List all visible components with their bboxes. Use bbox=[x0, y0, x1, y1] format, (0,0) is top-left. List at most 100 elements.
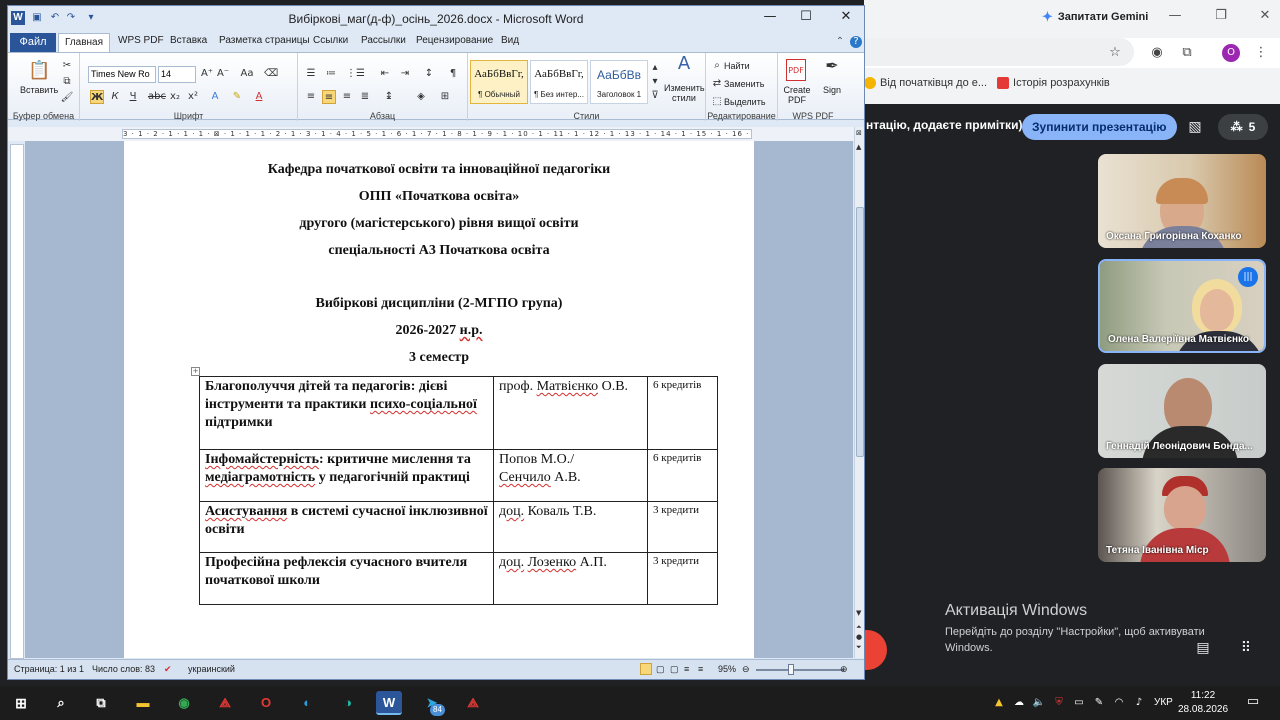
grow-font-icon[interactable]: A⁺ bbox=[200, 67, 214, 81]
styles-scroll-up-icon[interactable]: ▴ bbox=[650, 61, 660, 75]
bookmark-star-icon[interactable]: ☆ bbox=[1106, 44, 1124, 62]
print-layout-view-button[interactable] bbox=[640, 663, 652, 675]
line-spacing-icon[interactable]: ↨ bbox=[382, 90, 396, 104]
tray-security-icon[interactable]: ⛨ bbox=[1052, 696, 1066, 710]
cut-icon[interactable]: ✂ bbox=[60, 59, 74, 73]
show-marks-icon[interactable]: ¶ bbox=[446, 67, 460, 81]
participant-tile[interactable]: Геннадій Леонідович Бонда... bbox=[1098, 364, 1266, 458]
tray-app-icon[interactable]: ▲ bbox=[992, 696, 1006, 710]
vertical-ruler[interactable] bbox=[10, 144, 24, 659]
word-taskbar-icon[interactable]: W bbox=[376, 691, 402, 715]
paste-button[interactable]: Вставить bbox=[20, 85, 58, 95]
vertical-scrollbar[interactable]: ⊠ ▲ ▼ ⏶ ● ⏷ bbox=[854, 127, 864, 658]
search-icon[interactable]: ⌕ bbox=[48, 691, 74, 715]
speaker-icon[interactable]: ♪ bbox=[1132, 696, 1146, 710]
tab-references[interactable]: Ссылки bbox=[313, 35, 348, 46]
teacher-cell[interactable]: Попов М.О./ Сенчило А.В. bbox=[493, 449, 648, 502]
task-view-icon[interactable]: ⧉ bbox=[88, 691, 114, 715]
text-effects-icon[interactable]: A bbox=[208, 90, 222, 104]
zoom-out-icon[interactable]: ⊖ bbox=[742, 664, 750, 675]
numbering-icon[interactable]: ≔ bbox=[324, 67, 338, 81]
zoom-slider-handle[interactable] bbox=[788, 664, 794, 675]
decrease-indent-icon[interactable]: ⇤ bbox=[378, 67, 392, 81]
stop-presenting-button[interactable]: Зупинити презентацію bbox=[1022, 114, 1177, 140]
wifi-icon[interactable]: ◠ bbox=[1112, 696, 1126, 710]
course-cell[interactable]: Професійна рефлексія сучасного вчителя п… bbox=[199, 552, 494, 605]
italic-button[interactable]: К bbox=[108, 90, 122, 104]
input-language[interactable]: УКР bbox=[1154, 697, 1173, 708]
change-styles-icon[interactable]: A bbox=[674, 55, 694, 79]
bullets-icon[interactable]: ☰ bbox=[304, 67, 318, 81]
full-screen-view-button[interactable]: ▢ bbox=[656, 664, 665, 675]
opera-icon[interactable]: O bbox=[253, 691, 279, 715]
create-pdf-icon[interactable]: PDF bbox=[786, 59, 806, 81]
chat-icon[interactable]: ▤ bbox=[1193, 640, 1213, 660]
subscript-button[interactable]: x₂ bbox=[168, 90, 182, 104]
browser-close-button[interactable]: ✕ bbox=[1252, 4, 1278, 28]
style-no-spacing[interactable]: АаБбВвГг, ¶ Без интер... bbox=[530, 60, 588, 104]
align-left-button[interactable]: ≡ bbox=[304, 90, 318, 104]
highlight-icon[interactable]: ✎ bbox=[230, 90, 244, 104]
tab-file[interactable]: Файл bbox=[10, 33, 56, 52]
credits-cell[interactable]: 6 кредитів bbox=[647, 376, 718, 450]
collapse-ribbon-icon[interactable]: ⌃ bbox=[834, 36, 846, 48]
scroll-thumb[interactable] bbox=[856, 207, 864, 457]
horizontal-ruler[interactable]: 3 · 1 · 2 · 1 · 1 · 1 · ⊠ · 1 · 1 · 1 · … bbox=[8, 127, 854, 141]
minimize-button[interactable]: — bbox=[750, 6, 790, 28]
find-button[interactable]: Найти bbox=[724, 61, 750, 71]
sort-icon[interactable]: ↕ bbox=[422, 67, 436, 81]
participants-button[interactable]: ⁂ 5 bbox=[1218, 114, 1268, 140]
file-explorer-icon[interactable]: ▬ bbox=[130, 691, 156, 715]
previous-page-icon[interactable]: ⏶ bbox=[856, 623, 862, 632]
notifications-icon[interactable]: ▭ bbox=[1246, 695, 1260, 709]
font-name-select[interactable]: Times New Ro bbox=[88, 66, 156, 83]
tray-pen-icon[interactable]: ✎ bbox=[1092, 696, 1106, 710]
help-icon[interactable]: ? bbox=[850, 36, 862, 48]
credits-cell[interactable]: 3 кредити bbox=[647, 501, 718, 553]
browser-minimize-button[interactable]: — bbox=[1162, 4, 1188, 28]
align-center-button[interactable]: ≡ bbox=[322, 90, 336, 104]
participant-tile[interactable]: Тетяна Іванівна Міср bbox=[1098, 468, 1266, 562]
bold-button[interactable]: Ж bbox=[90, 90, 104, 104]
change-case-icon[interactable]: Aa bbox=[240, 67, 254, 81]
styles-scroll-down-icon[interactable]: ▾ bbox=[650, 75, 660, 89]
acrobat-icon-2[interactable]: ⟁ bbox=[460, 691, 486, 715]
underline-button[interactable]: Ч bbox=[126, 90, 140, 104]
tray-display-icon[interactable]: ▭ bbox=[1072, 696, 1086, 710]
tab-home[interactable]: Главная bbox=[58, 33, 110, 53]
teacher-cell[interactable]: проф. Матвієнко О.В. bbox=[493, 376, 648, 450]
replace-button[interactable]: Заменить bbox=[724, 79, 764, 89]
maximize-button[interactable]: ☐ bbox=[786, 6, 826, 28]
credits-cell[interactable]: 3 кредити bbox=[647, 552, 718, 605]
strikethrough-button[interactable]: abc bbox=[148, 90, 166, 104]
participant-tile[interactable]: Оксана Григорівна Коханко bbox=[1098, 154, 1266, 248]
clear-formatting-icon[interactable]: ⌫ bbox=[264, 67, 278, 81]
course-cell[interactable]: Асистування в системі сучасної інклюзивн… bbox=[199, 501, 494, 553]
tab-wps-pdf[interactable]: WPS PDF bbox=[118, 35, 164, 46]
draft-view-button[interactable]: ≡ bbox=[698, 664, 703, 674]
tray-network-icon[interactable]: ☁ bbox=[1012, 696, 1026, 710]
multilevel-list-icon[interactable]: ⋮☰ bbox=[346, 67, 365, 81]
zoom-in-icon[interactable]: ⊕ bbox=[840, 664, 848, 675]
teacher-cell[interactable]: доц. Лозенко А.П. bbox=[493, 552, 648, 605]
language-indicator[interactable]: украинский bbox=[188, 664, 235, 674]
course-cell[interactable]: Інфомайстерність: критичне мислення та м… bbox=[199, 449, 494, 502]
font-size-select[interactable]: 14 bbox=[158, 66, 196, 83]
paste-icon[interactable]: 📋 bbox=[28, 59, 50, 83]
web-layout-view-button[interactable]: ▢ bbox=[670, 664, 679, 675]
select-button[interactable]: Выделить bbox=[724, 97, 766, 107]
ask-gemini-button[interactable]: ✦ Запитати Gemini bbox=[1034, 6, 1156, 28]
sign-button[interactable]: Sign bbox=[822, 85, 842, 95]
zoom-level[interactable]: 95% bbox=[718, 664, 736, 674]
start-icon[interactable]: ⊞ bbox=[8, 691, 34, 715]
justify-button[interactable]: ≣ bbox=[358, 90, 372, 104]
shading-icon[interactable]: ◈ bbox=[414, 90, 428, 104]
more-menu-icon[interactable]: ⋮ bbox=[1252, 44, 1270, 62]
close-button[interactable]: ✕ bbox=[826, 6, 866, 28]
tab-insert[interactable]: Вставка bbox=[170, 35, 207, 46]
bookmark-item[interactable]: Історія розрахунків bbox=[997, 77, 1110, 89]
scroll-down-icon[interactable]: ▼ bbox=[856, 609, 861, 617]
puzzle-icon[interactable]: ⧉ bbox=[1178, 44, 1196, 62]
app-icon[interactable]: ◑ bbox=[335, 691, 361, 715]
credits-cell[interactable]: 6 кредитів bbox=[647, 449, 718, 502]
